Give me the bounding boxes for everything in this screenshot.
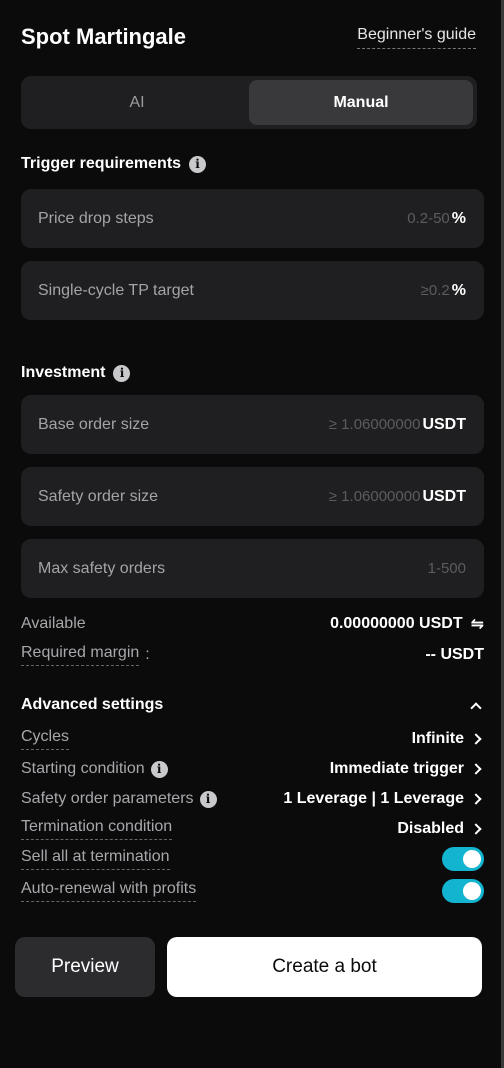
available-row: Available 0.00000000 USDT ⇋ [21,612,484,636]
trigger-title-text: Trigger requirements [21,155,182,172]
chevron-right-icon [470,763,482,775]
row-label-wrap: Termination condition [21,818,173,840]
chevron-right-icon [470,823,482,835]
create-bot-button[interactable]: Create a bot [167,937,482,997]
info-icon[interactable]: i [199,790,217,808]
investment-title-text: Investment [21,364,106,381]
required-margin-label-wrap: Required margin: [21,644,150,666]
field-label: Single-cycle TP target [38,281,194,299]
required-margin-row: Required margin: -- USDT [21,643,484,667]
page-title: Spot Martingale [21,24,187,49]
field-placeholder: 0.2-50 [407,209,450,227]
row-label: Termination condition [21,818,173,840]
sell-all-row: Sell all at termination [21,847,484,871]
header: Spot Martingale Beginner's guide [21,22,476,52]
advanced-title: Advanced settings [21,696,164,713]
field-label: Max safety orders [38,559,166,577]
row-label: Sell all at termination [21,848,170,870]
info-icon[interactable]: i [189,155,207,173]
toggle-knob [463,882,481,900]
price-drop-steps-field[interactable]: Price drop steps 0.2-50% [21,189,484,248]
available-value: 0.00000000 USDT [330,615,463,632]
beginners-guide-link[interactable]: Beginner's guide [357,26,476,49]
info-icon[interactable]: i [150,760,168,778]
field-unit: USDT [422,487,466,505]
investment-section-title: Investment i [21,364,131,382]
row-label-wrap: Sell all at termination [21,848,170,870]
tp-target-field[interactable]: Single-cycle TP target ≥0.2% [21,261,484,320]
required-margin-label[interactable]: Required margin [21,644,140,666]
margin-colon: : [145,646,150,663]
field-unit: USDT [422,415,466,433]
row-label-wrap: Auto-renewal with profits [21,880,197,902]
row-label-wrap: Cycles [21,728,70,750]
tab-manual[interactable]: Manual [249,80,473,125]
field-label: Safety order size [38,487,159,505]
cycles-row[interactable]: Cycles Infinite [21,727,484,751]
max-safety-orders-field[interactable]: Max safety orders 1-500 [21,539,484,598]
row-label: Auto-renewal with profits [21,880,197,902]
trigger-section-title: Trigger requirements i [21,155,207,173]
advanced-settings-header[interactable]: Advanced settings [21,693,484,717]
row-label: Safety order parameters [21,790,194,807]
row-value: Disabled [397,820,464,837]
toggle-knob [463,850,481,868]
info-icon[interactable]: i [113,364,131,382]
safety-order-parameters-row[interactable]: Safety order parameters i 1 Leverage | 1 … [21,787,484,811]
field-unit: % [451,209,466,227]
starting-condition-row[interactable]: Starting condition i Immediate trigger [21,757,484,781]
row-value: 1 Leverage | 1 Leverage [283,790,464,807]
required-margin-value: -- USDT [425,646,484,663]
row-label: Cycles [21,728,70,750]
available-label: Available [21,615,86,632]
sell-all-toggle[interactable] [442,847,484,871]
row-label: Starting condition [21,760,145,777]
termination-condition-row[interactable]: Termination condition Disabled [21,817,484,841]
mode-switch: AI Manual [21,76,477,129]
base-order-size-field[interactable]: Base order size ≥ 1.06000000 USDT [21,395,484,454]
field-placeholder: ≥0.2 [420,281,450,299]
field-placeholder: ≥ 1.06000000 [328,487,421,505]
auto-renewal-row: Auto-renewal with profits [21,879,484,903]
field-label: Base order size [38,415,150,433]
field-unit: % [451,281,466,299]
preview-button[interactable]: Preview [15,937,155,997]
field-placeholder: ≥ 1.06000000 [328,415,421,433]
row-value: Immediate trigger [329,760,464,777]
swap-icon[interactable]: ⇋ [471,614,484,634]
chevron-right-icon [470,733,482,745]
field-placeholder: 1-500 [427,560,466,577]
chevron-right-icon [470,793,482,805]
auto-renewal-toggle[interactable] [442,879,484,903]
safety-order-size-field[interactable]: Safety order size ≥ 1.06000000 USDT [21,467,484,526]
field-label: Price drop steps [38,209,154,227]
row-label-wrap: Starting condition i [21,760,168,778]
row-value: Infinite [411,730,464,747]
chevron-up-icon[interactable] [470,702,482,714]
tab-ai[interactable]: AI [25,80,249,125]
row-label-wrap: Safety order parameters i [21,790,217,808]
